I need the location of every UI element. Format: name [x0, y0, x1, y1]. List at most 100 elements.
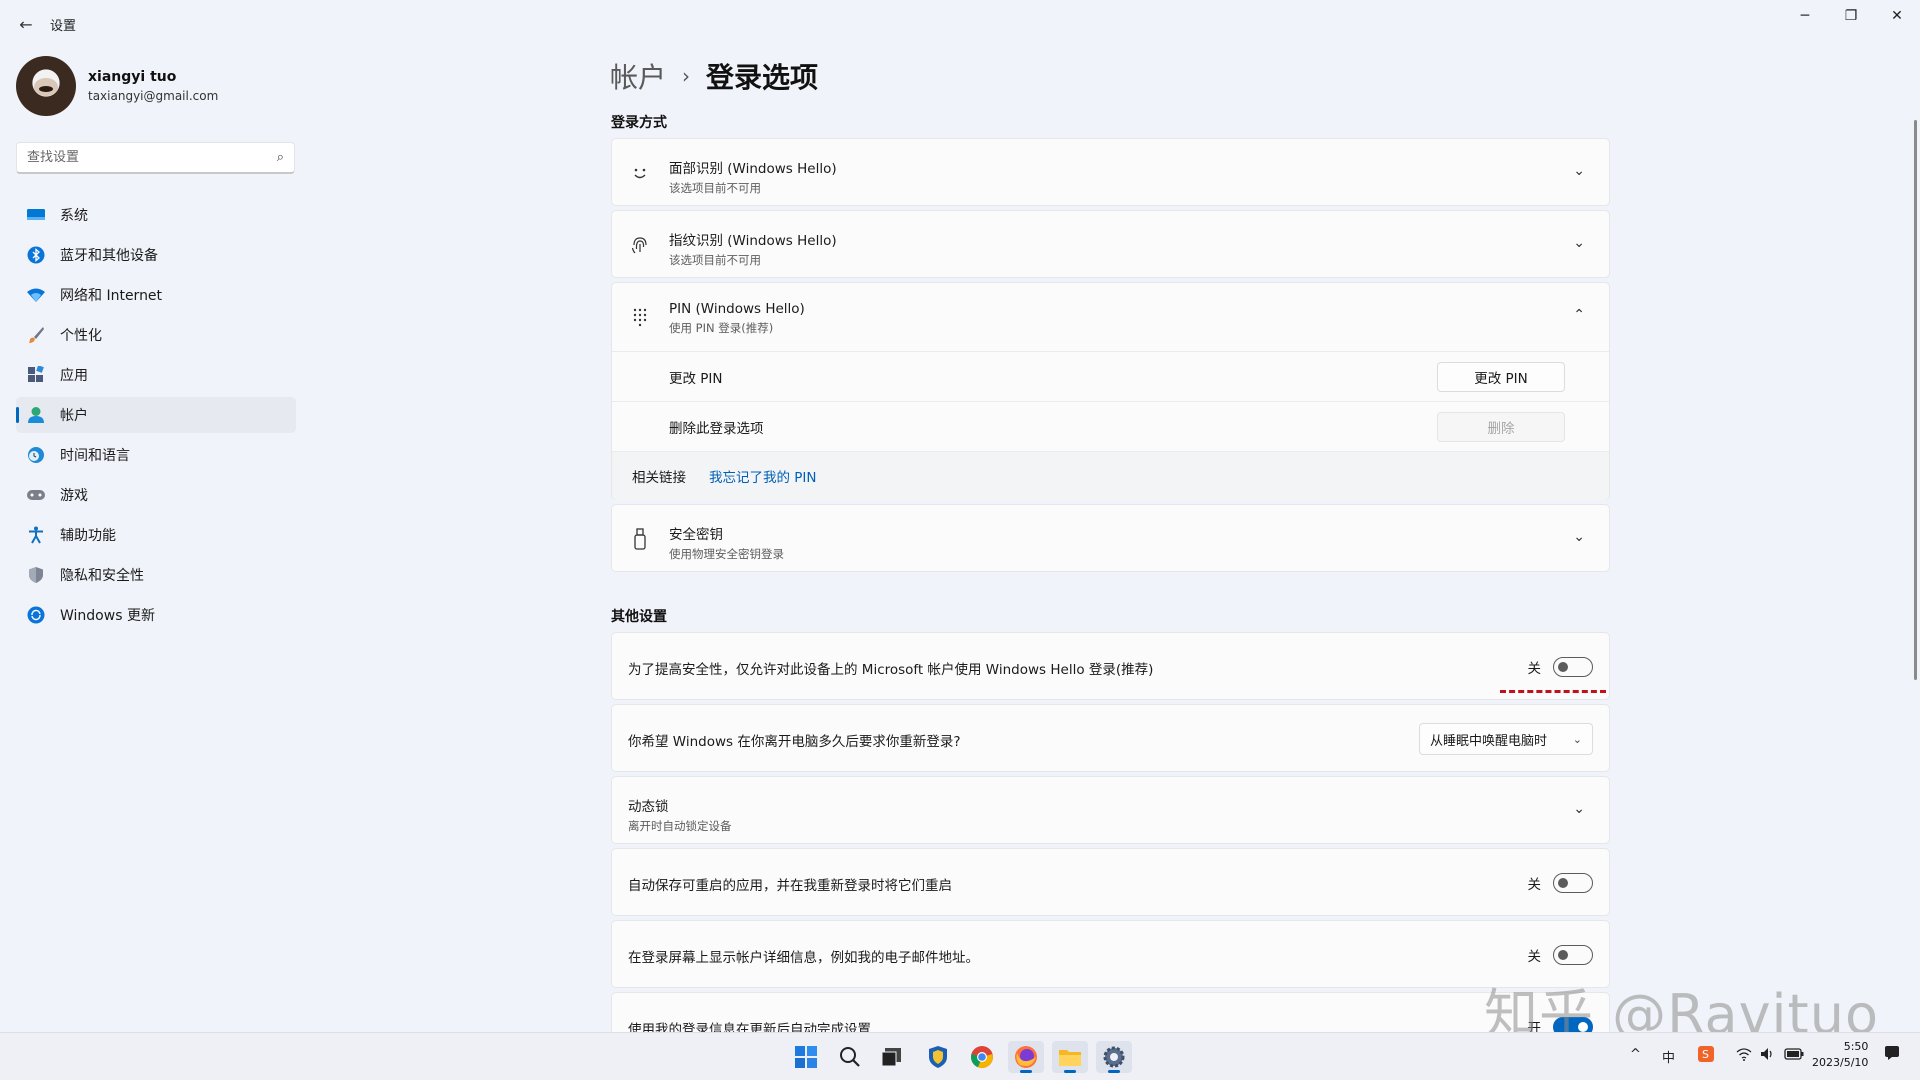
wifi-icon[interactable]	[1736, 1047, 1752, 1065]
search-icon[interactable]	[832, 1041, 868, 1073]
sidebar-item-label: 游戏	[60, 488, 88, 504]
forgot-pin-link[interactable]: 我忘记了我的 PIN	[709, 466, 817, 486]
profile-name: xiangyi tuo	[88, 69, 177, 85]
close-button[interactable]: ✕	[1874, 0, 1920, 32]
update-icon	[26, 605, 46, 625]
chevron-down-icon[interactable]: ⌄	[1573, 235, 1585, 251]
security-app-icon[interactable]	[920, 1041, 956, 1073]
search-icon[interactable]: ⌕	[277, 150, 284, 165]
restart-apps-toggle-wrap: 关	[1528, 873, 1593, 893]
accessibility-icon	[26, 525, 46, 545]
scrollbar[interactable]	[1914, 120, 1917, 680]
hello-only-label: 为了提高安全性，仅允许对此设备上的 Microsoft 帐户使用 Windows…	[628, 662, 1154, 678]
keypad-icon	[628, 305, 652, 329]
remove-signin-label: 删除此登录选项	[669, 420, 764, 437]
usb-key-icon	[628, 527, 652, 551]
sidebar-item-label: 辅助功能	[60, 528, 116, 544]
sogou-icon[interactable]: S	[1698, 1046, 1714, 1066]
ime-indicator[interactable]: 中	[1662, 1047, 1675, 1066]
settings-icon[interactable]	[1096, 1041, 1132, 1073]
chevron-down-icon[interactable]: ⌄	[1573, 801, 1585, 817]
title-bar: ← 设置 ─ ❐ ✕	[0, 0, 1920, 48]
shield-icon	[26, 565, 46, 585]
tray-chevron-icon[interactable]: ^	[1630, 1047, 1641, 1062]
wifi-icon	[26, 285, 46, 305]
require-signin-dropdown[interactable]: 从睡眠中唤醒电脑时 ⌄	[1419, 723, 1593, 755]
show-details-card: 在登录屏幕上显示帐户详细信息，例如我的电子邮件地址。 关	[611, 920, 1610, 988]
sidebar-item-network[interactable]: 网络和 Internet	[16, 277, 296, 313]
sidebar-item-time-language[interactable]: 时间和语言	[16, 437, 296, 473]
hello-only-toggle-wrap: 关	[1528, 657, 1593, 677]
dynamic-lock-card[interactable]: 动态锁 离开时自动锁定设备 ⌄	[611, 776, 1610, 844]
restart-apps-label: 自动保存可重启的应用，并在我重新登录时将它们重启	[628, 878, 952, 894]
security-key-title: 安全密钥	[669, 527, 723, 543]
pin-title: PIN (Windows Hello)	[669, 301, 805, 317]
sidebar-item-accounts[interactable]: 帐户	[16, 397, 296, 433]
avatar	[16, 56, 76, 116]
volume-icon[interactable]	[1760, 1047, 1776, 1065]
sidebar-item-accessibility[interactable]: 辅助功能	[16, 517, 296, 553]
sidebar-item-label: 帐户	[60, 408, 88, 424]
notification-icon[interactable]	[1884, 1045, 1900, 1065]
brush-icon	[26, 325, 46, 345]
breadcrumb: 帐户 › 登录选项	[610, 56, 818, 96]
hello-only-toggle[interactable]	[1553, 657, 1593, 677]
back-arrow-icon[interactable]: ←	[14, 12, 38, 36]
remove-signin-row: 删除此登录选项 删除	[612, 401, 1609, 451]
fingerprint-icon	[628, 233, 652, 257]
maximize-button[interactable]: ❐	[1828, 0, 1874, 32]
security-key-card[interactable]: 安全密钥 使用物理安全密钥登录 ⌄	[611, 504, 1610, 572]
dynamic-lock-title: 动态锁	[628, 799, 669, 815]
show-details-toggle-wrap: 关	[1528, 945, 1593, 965]
taskbar: ^ 中 S 5:50 2023/5/10	[0, 1032, 1920, 1080]
firefox-icon[interactable]	[1008, 1041, 1044, 1073]
clock-date: 2023/5/10	[1812, 1056, 1869, 1069]
restart-apps-card: 自动保存可重启的应用，并在我重新登录时将它们重启 关	[611, 848, 1610, 916]
chrome-icon[interactable]	[964, 1041, 1000, 1073]
sidebar-item-system[interactable]: 系统	[16, 197, 296, 233]
task-view-icon[interactable]	[874, 1041, 910, 1073]
sidebar-item-label: 蓝牙和其他设备	[60, 248, 158, 264]
user-profile[interactable]: xiangyi tuo taxiangyi@gmail.com	[16, 56, 218, 116]
bluetooth-icon	[26, 245, 46, 265]
chevron-right-icon: ›	[682, 64, 691, 88]
sidebar-item-gaming[interactable]: 游戏	[16, 477, 296, 513]
sidebar-item-apps[interactable]: 应用	[16, 357, 296, 393]
clock-time: 5:50	[1843, 1040, 1869, 1053]
fingerprint-subtitle: 该选项目前不可用	[669, 253, 761, 267]
chevron-down-icon[interactable]: ⌄	[1573, 529, 1585, 545]
chevron-down-icon[interactable]: ⌄	[1573, 163, 1585, 179]
dynamic-lock-subtitle: 离开时自动锁定设备	[628, 819, 732, 833]
sidebar-item-label: 个性化	[60, 328, 102, 344]
fingerprint-card[interactable]: 指纹识别 (Windows Hello) 该选项目前不可用 ⌄	[611, 210, 1610, 278]
battery-icon[interactable]	[1784, 1047, 1804, 1065]
change-pin-button[interactable]: 更改 PIN	[1437, 361, 1565, 392]
remove-button[interactable]: 删除	[1437, 411, 1565, 442]
restart-apps-toggle[interactable]	[1553, 873, 1593, 893]
minimize-button[interactable]: ─	[1782, 0, 1828, 32]
sidebar-item-bluetooth[interactable]: 蓝牙和其他设备	[16, 237, 296, 273]
face-recognition-card[interactable]: 面部识别 (Windows Hello) 该选项目前不可用 ⌄	[611, 138, 1610, 206]
sidebar-item-label: Windows 更新	[60, 608, 155, 624]
clock[interactable]: 5:50 2023/5/10	[1812, 1039, 1868, 1071]
sidebar-item-windows-update[interactable]: Windows 更新	[16, 597, 296, 633]
gamepad-icon	[26, 485, 46, 505]
pin-header[interactable]: PIN (Windows Hello) 使用 PIN 登录(推荐) ⌃	[612, 283, 1609, 351]
search-input[interactable]	[27, 150, 277, 165]
sidebar-item-privacy[interactable]: 隐私和安全性	[16, 557, 296, 593]
require-signin-label: 你希望 Windows 在你离开电脑多久后要求你重新登录?	[628, 734, 961, 750]
require-signin-card: 你希望 Windows 在你离开电脑多久后要求你重新登录? 从睡眠中唤醒电脑时 …	[611, 704, 1610, 772]
start-icon[interactable]	[788, 1041, 824, 1073]
show-details-toggle[interactable]	[1553, 945, 1593, 965]
profile-email: taxiangyi@gmail.com	[88, 89, 219, 103]
search-box[interactable]: ⌕	[16, 142, 295, 174]
sidebar-item-personalization[interactable]: 个性化	[16, 317, 296, 353]
sidebar-item-label: 时间和语言	[60, 448, 130, 464]
face-title: 面部识别 (Windows Hello)	[669, 161, 837, 177]
hello-only-card: 为了提高安全性，仅允许对此设备上的 Microsoft 帐户使用 Windows…	[611, 632, 1610, 700]
chevron-up-icon[interactable]: ⌃	[1573, 307, 1585, 323]
app-title: 设置	[50, 19, 77, 34]
breadcrumb-parent[interactable]: 帐户	[610, 56, 666, 96]
dropdown-value: 从睡眠中唤醒电脑时	[1430, 733, 1548, 749]
file-explorer-icon[interactable]	[1052, 1041, 1088, 1073]
